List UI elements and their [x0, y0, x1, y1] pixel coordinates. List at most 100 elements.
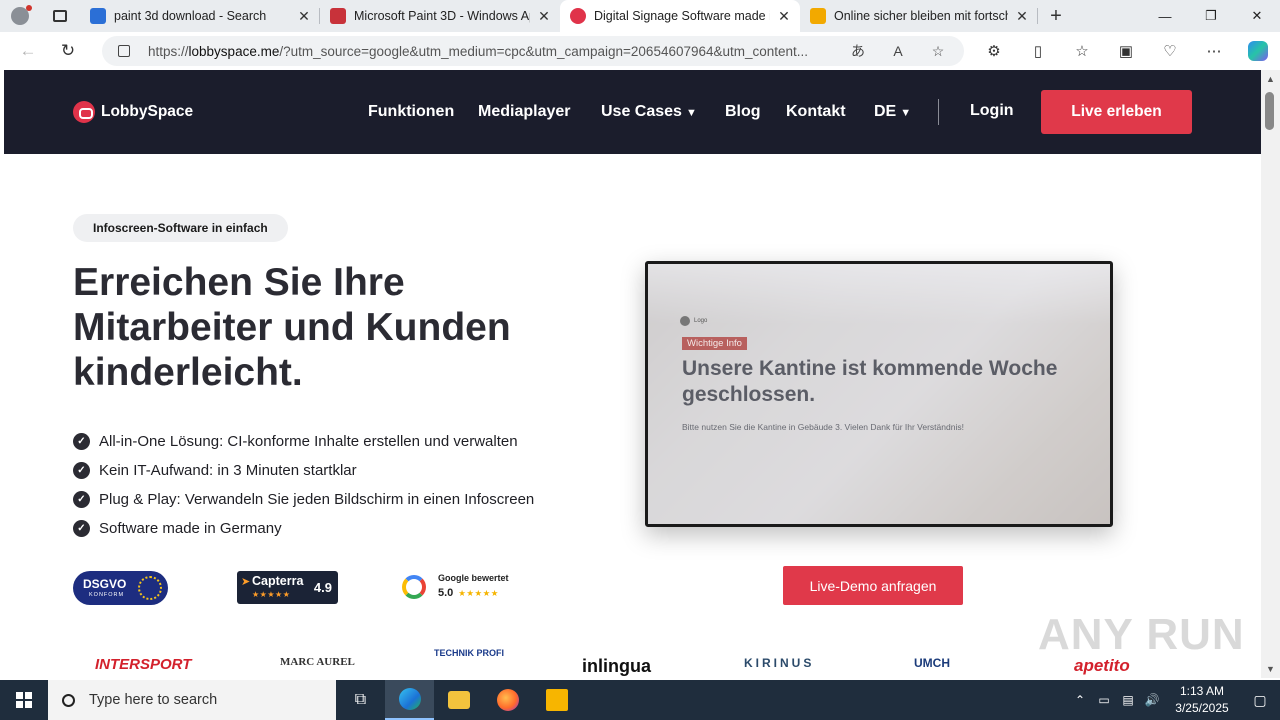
language-selector[interactable]: DE ▼	[874, 103, 911, 121]
avast-favicon-icon	[810, 8, 826, 24]
tab-title: Online sicher bleiben mit fortsch	[834, 9, 1008, 23]
performance-icon[interactable]: ♡	[1148, 42, 1192, 60]
browser-tab-lobbyspace[interactable]: Digital Signage Software made in ✕	[560, 0, 800, 32]
feature-text: Kein IT-Aufwand: in 3 Minuten startklar	[99, 462, 357, 479]
volume-icon[interactable]: 🔊	[1140, 693, 1164, 707]
taskbar-edge[interactable]	[385, 680, 434, 720]
check-icon: ✓	[73, 520, 90, 537]
feature-text: Software made in Germany	[99, 520, 282, 537]
store-favicon-icon	[330, 8, 346, 24]
nav-mediaplayer[interactable]: Mediaplayer	[478, 103, 570, 121]
edge-icon	[398, 688, 421, 710]
close-tab-icon[interactable]: ✕	[776, 8, 792, 25]
tab-title: Digital Signage Software made in	[594, 9, 770, 23]
capterra-name: Capterra	[252, 574, 304, 588]
close-window-button[interactable]: ✕	[1234, 0, 1280, 32]
chevron-down-icon: ▼	[685, 107, 697, 119]
close-tab-icon[interactable]: ✕	[296, 8, 312, 25]
site-logo[interactable]: LobbySpace	[73, 101, 193, 123]
read-aloud-icon[interactable]: A	[878, 43, 918, 59]
network-icon[interactable]: ▤	[1116, 693, 1140, 707]
search-placeholder: Type here to search	[89, 692, 218, 708]
capterra-arrow-icon: ➤	[241, 576, 251, 588]
start-button[interactable]	[0, 680, 48, 720]
browser-tab-online-sicher[interactable]: Online sicher bleiben mit fortsch ✕	[800, 0, 1038, 32]
clock-date: 3/25/2025	[1175, 701, 1229, 715]
nav-use-cases-label: Use Cases	[601, 103, 682, 120]
nav-kontakt[interactable]: Kontakt	[786, 103, 846, 121]
login-link[interactable]: Login	[970, 102, 1014, 120]
nav-blog[interactable]: Blog	[725, 103, 761, 121]
client-logo-marc-aurel: MARC AUREL	[280, 656, 355, 668]
screen-info-tag: Wichtige Info	[682, 337, 747, 350]
chevron-down-icon: ▼	[900, 107, 912, 119]
minimize-button[interactable]: —	[1142, 0, 1188, 32]
google-g-icon	[402, 575, 426, 599]
translate-icon[interactable]: あ	[838, 41, 878, 61]
feature-item: ✓ All-in-One Lösung: CI-konforme Inhalte …	[73, 427, 534, 456]
tray-overflow-icon[interactable]: ⌃	[1068, 693, 1092, 707]
system-tray: ⌃ ▭ ▤ 🔊 1:13 AM 3/25/2025 ▢	[1068, 680, 1280, 720]
feature-text: Plug & Play: Verwandeln Sie jeden Bildsc…	[99, 491, 535, 508]
back-button[interactable]: ←	[8, 32, 48, 70]
tab-actions-button[interactable]	[40, 0, 80, 32]
favorites-icon[interactable]: ☆	[1060, 42, 1104, 60]
profile-button[interactable]	[0, 0, 40, 32]
clock-time: 1:13 AM	[1179, 684, 1225, 698]
address-bar-row: ← ↻ https://lobbyspace.me/?utm_source=go…	[0, 32, 1280, 70]
live-erleben-button[interactable]: Live erleben	[1041, 90, 1192, 134]
split-screen-icon[interactable]: ▯	[1016, 42, 1060, 60]
tab-title: paint 3d download - Search	[114, 9, 267, 23]
page-scrollbar[interactable]: ▲ ▼	[1261, 70, 1280, 678]
capterra-score: 4.9	[313, 580, 332, 595]
copilot-icon[interactable]	[1248, 41, 1268, 61]
browser-toolbar: ⚙ ▯ ☆ ▣ ♡ ⋯	[972, 32, 1280, 70]
scroll-thumb[interactable]	[1265, 92, 1274, 130]
check-icon: ✓	[73, 462, 90, 479]
restore-button[interactable]: ❐	[1188, 0, 1234, 32]
taskbar-clock[interactable]: 1:13 AM 3/25/2025	[1164, 683, 1240, 717]
live-demo-button[interactable]: Live-Demo anfragen	[783, 566, 963, 605]
dsgvo-subtitle: KONFORM	[89, 592, 125, 598]
close-tab-icon[interactable]: ✕	[536, 8, 552, 25]
google-rating-badge: Google bewertet 5.0 ★★★★★	[402, 572, 509, 602]
lobbyspace-logo-icon	[73, 101, 95, 123]
more-menu-icon[interactable]: ⋯	[1192, 42, 1236, 60]
close-tab-icon[interactable]: ✕	[1014, 8, 1030, 25]
check-icon: ✓	[73, 433, 90, 450]
browser-tab-paint3d[interactable]: Microsoft Paint 3D - Windows Ap ✕	[320, 0, 560, 32]
nav-use-cases[interactable]: Use Cases ▼	[601, 103, 697, 121]
screen-logo: Logo	[680, 316, 707, 326]
client-logo-umch: UMCH	[914, 656, 950, 670]
collections-icon[interactable]: ▣	[1104, 42, 1148, 60]
favorite-star-icon[interactable]: ☆	[918, 43, 958, 60]
refresh-button[interactable]: ↻	[48, 32, 88, 70]
hero-badge: Infoscreen-Software in einfach	[73, 214, 288, 242]
client-logo-intersport: INTERSPORT	[95, 656, 192, 673]
scroll-up-arrow-icon[interactable]: ▲	[1266, 74, 1275, 84]
client-logo-technik-profi: TECHNIK PROFI	[434, 648, 505, 658]
firefox-icon	[496, 689, 519, 711]
taskbar-avast[interactable]	[532, 680, 581, 720]
capterra-stars: ★★★★★	[252, 590, 291, 599]
nav-funktionen[interactable]: Funktionen	[368, 103, 454, 121]
headline-line: kinderleicht.	[73, 351, 303, 394]
tab-title: Microsoft Paint 3D - Windows Ap	[354, 9, 530, 23]
extensions-icon[interactable]: ⚙	[972, 42, 1016, 60]
taskbar-firefox[interactable]	[483, 680, 532, 720]
browser-tab-search[interactable]: paint 3d download - Search ✕	[80, 0, 320, 32]
client-logo-kirinus: KIRINUS	[744, 656, 815, 670]
taskbar-search-box[interactable]: Type here to search	[48, 680, 336, 720]
new-tab-button[interactable]: +	[1038, 5, 1074, 28]
task-view-button[interactable]: ⧉	[336, 680, 385, 720]
notification-center-icon[interactable]: ▢	[1240, 692, 1280, 709]
url-field[interactable]: https://lobbyspace.me/?utm_source=google…	[102, 36, 964, 66]
nav-divider	[938, 99, 939, 125]
taskbar-file-explorer[interactable]	[434, 680, 483, 720]
feature-item: ✓ Software made in Germany	[73, 514, 534, 543]
url-text: https://lobbyspace.me/?utm_source=google…	[148, 43, 809, 59]
dsgvo-title: DSGVO	[83, 577, 127, 591]
eu-stars-icon	[138, 576, 162, 600]
battery-icon[interactable]: ▭	[1092, 693, 1116, 707]
scroll-down-arrow-icon[interactable]: ▼	[1266, 664, 1275, 674]
